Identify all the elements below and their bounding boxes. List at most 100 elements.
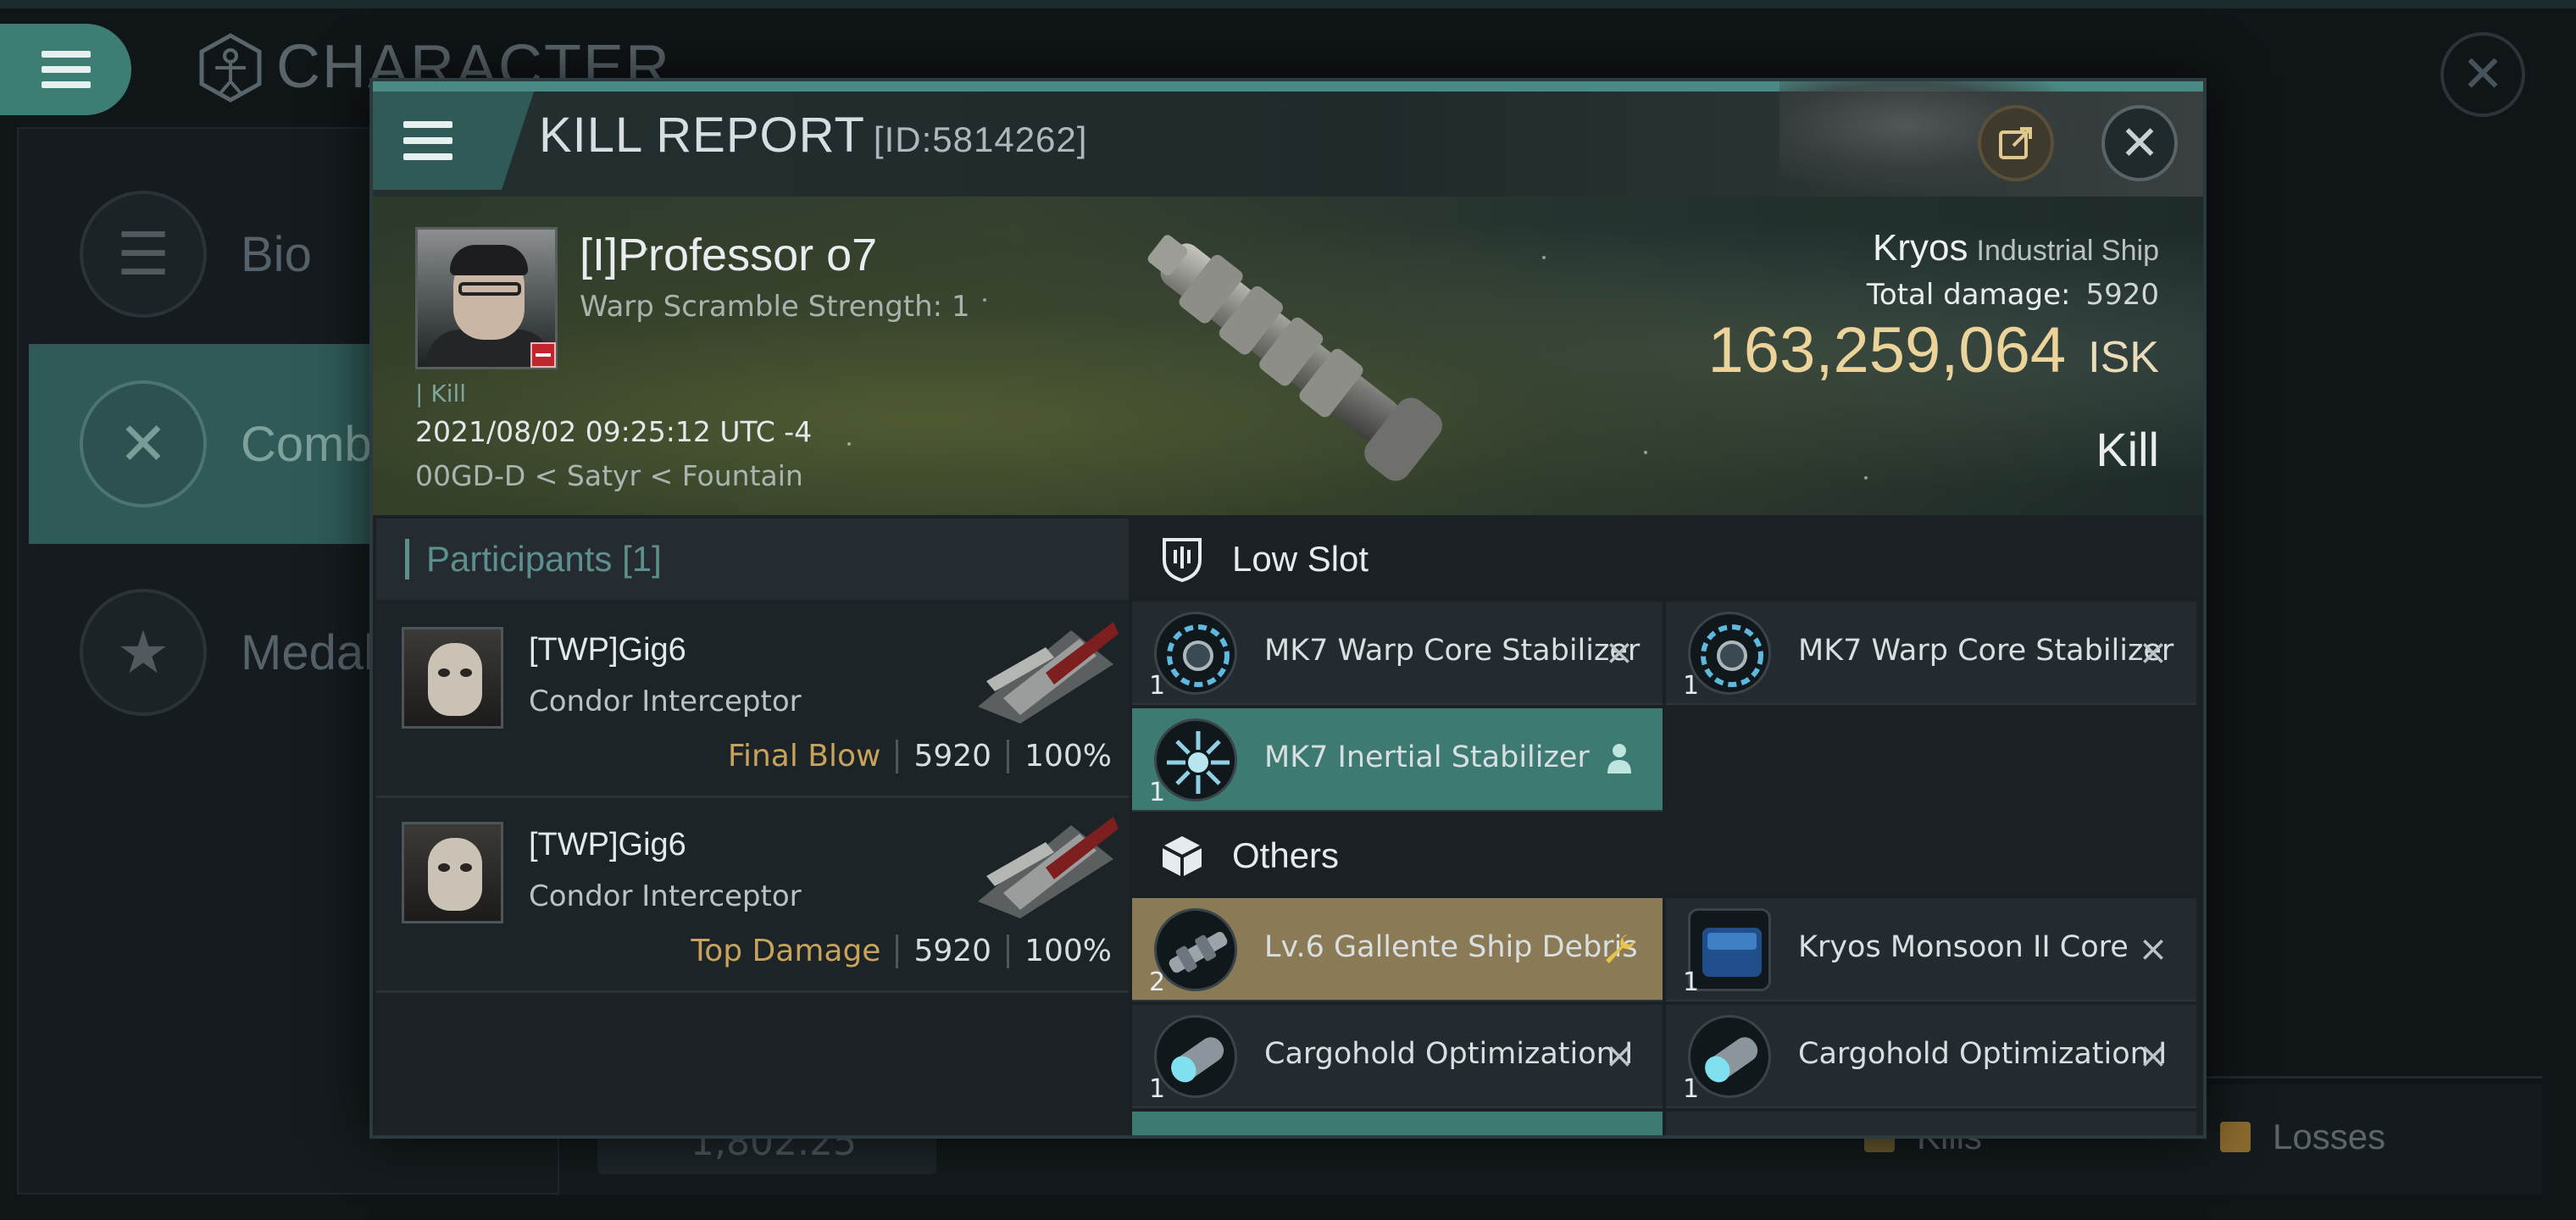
module-slot[interactable]: 1 MK7 Warp Core Stabilizer × [1666, 602, 2196, 705]
participant-avatar [402, 822, 503, 923]
participant-row[interactable]: [TWP]Gig6 Condor Interceptor Final Blow … [376, 603, 1129, 798]
module-quantity: 1 [1149, 671, 1166, 701]
module-slot[interactable]: 1 MK7 Inertial Stabilizer [1132, 708, 1663, 812]
participant-name: [TWP]Gig6 [529, 632, 686, 668]
participant-role: Top Damage [691, 934, 881, 968]
victim-warp-scramble: Warp Scramble Strength: 1 [580, 290, 970, 324]
victim-name: [I]Professor o7 [580, 230, 878, 280]
kill-location: 00GD-D < Satyr < Fountain [415, 459, 803, 492]
dialog-close-button[interactable]: ✕ [2101, 105, 2178, 181]
ship-core-icon [1688, 908, 1771, 991]
warp-core-stabilizer-icon [1688, 612, 1771, 695]
share-button[interactable] [1978, 105, 2054, 181]
module-name: MK7 Inertial Stabilizer [1264, 740, 1590, 774]
participant-ship-image [978, 817, 1119, 918]
module-slot[interactable]: 1 MK7 Warp Core Stabilizer × [1132, 602, 1663, 705]
report-result: Kill [2096, 423, 2159, 476]
person-icon [1598, 737, 1641, 779]
kill-datetime: 2021/08/02 09:25:12 UTC -4 [415, 415, 813, 448]
total-damage-line: Total damage: 5920 [1867, 278, 2159, 312]
participant-avatar [402, 627, 503, 729]
item-name: Cargohold Optimization I [1264, 1037, 1634, 1071]
item-name: Kryos Monsoon II Core [1798, 930, 2129, 964]
participants-panel: Participants [1] [TWP]Gig6 Condor Interc… [376, 518, 1129, 1135]
cargohold-optimization-icon [1688, 1015, 1771, 1098]
hostile-status-icon [530, 342, 556, 368]
sidebar-item-label: Medal [241, 624, 375, 680]
victim-summary: [I]Professor o7 Warp Scramble Strength: … [373, 197, 2203, 515]
victim-ship-image [1147, 235, 1443, 481]
participant-stats: Final Blow 5920 100% [728, 739, 1112, 774]
item-slot[interactable]: 1 Cargohold Optimization I × [1666, 1005, 2196, 1108]
report-id: [ID:5814262] [873, 119, 1088, 159]
inertial-stabilizer-icon [1154, 718, 1237, 801]
isk-value: 163,259,064 [1707, 314, 2067, 386]
hamburger-icon [41, 51, 91, 88]
victim-ship-class: Industrial Ship [1976, 235, 2159, 267]
fitting-panel: Low Slot 1 MK7 Warp Core Stabilizer × 1 … [1132, 518, 2203, 1135]
low-slot-label: Low Slot [1232, 539, 1369, 579]
participant-percent: 100% [1024, 934, 1112, 968]
item-quantity: 1 [1683, 1074, 1700, 1104]
close-icon: ✕ [2461, 45, 2505, 104]
destroyed-x-icon: × [1604, 630, 1635, 673]
item-quantity: 1 [1149, 1074, 1166, 1104]
others-header: Others [1132, 815, 2203, 896]
participant-row[interactable]: [TWP]Gig6 Condor Interceptor Top Damage … [376, 798, 1129, 993]
total-damage-value: 5920 [2085, 278, 2159, 312]
destroyed-x-icon: × [2138, 1034, 2168, 1076]
total-damage-label: Total damage: [1866, 278, 2071, 312]
close-icon: ✕ [2119, 115, 2160, 171]
item-name: Cargohold Optimization I [1798, 1037, 2168, 1071]
kill-report-dialog: KILL REPORT [ID:5814262] ✕ [I]Professor o… [369, 78, 2207, 1139]
item-slot-partial[interactable] [1132, 1112, 1663, 1135]
participant-percent: 100% [1024, 739, 1112, 774]
participant-stats: Top Damage 5920 100% [691, 934, 1112, 968]
module-name: MK7 Warp Core Stabilizer [1264, 634, 1641, 668]
item-slot-partial[interactable] [1666, 1112, 2196, 1135]
participant-ship: Condor Interceptor [529, 685, 802, 718]
sidebar-item-label: Bio [241, 226, 312, 282]
item-quantity: 1 [1683, 968, 1700, 997]
victim-ship-name: Kryos [1873, 227, 1968, 269]
participant-ship-image [978, 622, 1119, 724]
participant-role: Final Blow [727, 739, 881, 774]
isk-unit: ISK [2088, 333, 2159, 382]
shield-icon [1163, 538, 1202, 583]
participants-header: Participants [1] [376, 518, 1129, 600]
top-edge-strip [0, 0, 2576, 8]
vitruvian-hexagon-icon [199, 33, 262, 103]
main-menu-button[interactable] [0, 24, 131, 115]
share-icon [1999, 127, 2032, 159]
low-slot-header: Low Slot [1132, 518, 2203, 600]
item-slot[interactable]: 1 Cargohold Optimization I × [1132, 1005, 1663, 1108]
cube-icon [1162, 836, 1202, 877]
isk-value-line: 163,259,064 ISK [1708, 313, 2159, 387]
kill-tag: | Kill [415, 380, 467, 408]
wrench-icon [1598, 927, 1641, 969]
victim-ship-line: Kryos Industrial Ship [1873, 227, 2159, 269]
module-name: MK7 Warp Core Stabilizer [1798, 634, 2174, 668]
item-quantity: 2 [1149, 968, 1166, 997]
cargohold-optimization-icon [1154, 1015, 1237, 1098]
item-name: Lv.6 Gallente Ship Debris [1264, 930, 1638, 964]
destroyed-x-icon: × [2138, 927, 2168, 969]
participant-name: [TWP]Gig6 [529, 827, 686, 862]
menu-lines-icon: ☰ [80, 191, 207, 318]
item-slot[interactable]: 1 Kryos Monsoon II Core × [1666, 898, 2196, 1001]
hamburger-icon [403, 121, 452, 160]
legend-swatch [2220, 1122, 2251, 1152]
ship-debris-icon [1154, 908, 1237, 991]
participant-ship: Condor Interceptor [529, 879, 802, 913]
participants-header-label: Participants [1] [426, 539, 662, 579]
destroyed-x-icon: × [2138, 630, 2168, 673]
module-quantity: 1 [1683, 671, 1700, 701]
legend-losses: Losses [2220, 1117, 2385, 1157]
module-quantity: 1 [1149, 778, 1166, 807]
legend-label: Losses [2273, 1117, 2386, 1156]
item-slot[interactable]: 2 Lv.6 Gallente Ship Debris [1132, 898, 1663, 1001]
page-close-button[interactable]: ✕ [2440, 32, 2525, 117]
destroyed-x-icon: × [1604, 1034, 1635, 1076]
warp-core-stabilizer-icon [1154, 612, 1237, 695]
dialog-title-text: KILL REPORT [539, 108, 865, 163]
